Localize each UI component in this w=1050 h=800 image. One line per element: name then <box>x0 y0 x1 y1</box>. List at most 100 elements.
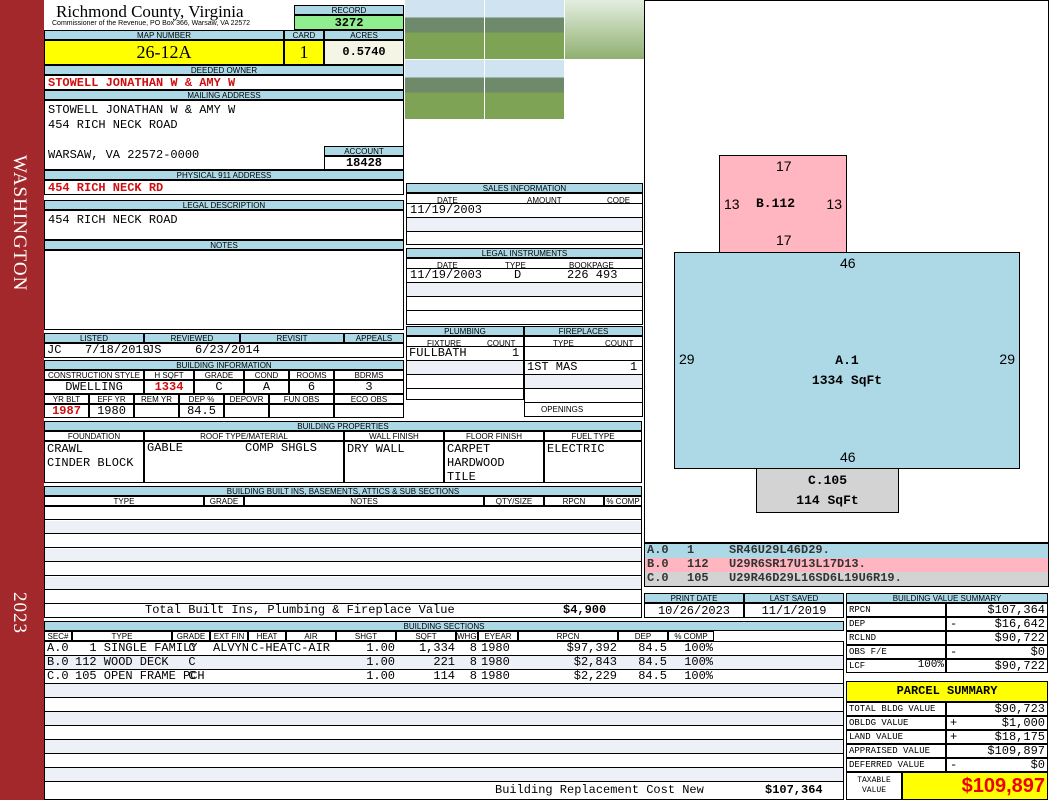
summary-amount: $0 <box>1030 645 1045 659</box>
instrument-date: 11/19/2003 <box>410 268 483 282</box>
table-row <box>45 684 843 698</box>
builtins-total: $4,900 <box>563 603 607 617</box>
col-header: FUEL TYPE <box>544 431 642 441</box>
cell: 221 <box>433 655 455 669</box>
summary-value: - $0 <box>946 758 1048 772</box>
col-header: NOTES <box>244 496 484 506</box>
sections-total-label: Building Replacement Cost New <box>495 783 704 797</box>
cell: $97,392 <box>566 641 617 655</box>
info-value <box>224 404 269 418</box>
col-header: COND <box>244 370 289 380</box>
mailing-label: MAILING ADDRESS <box>44 90 404 100</box>
summary-label: OBS F/E <box>846 645 946 659</box>
summary-percent: 100% <box>917 659 944 671</box>
summary-value: + $1,000 <box>946 716 1048 730</box>
info-value: C <box>194 380 244 394</box>
dim-label: 17 <box>776 232 792 248</box>
legal-description: 454 RICH NECK ROAD <box>44 210 404 240</box>
col-header: GRADE <box>204 496 244 506</box>
summary-amount: $109,897 <box>987 744 1045 758</box>
district-label: WASHINGTON <box>9 155 30 292</box>
account-value: 18428 <box>324 156 404 170</box>
col-header: FUN OBS <box>269 394 334 404</box>
property-photo[interactable] <box>485 0 564 59</box>
reviewed-by: JS <box>147 343 162 357</box>
legend-vector: U29R6SR17U13L17D13. <box>729 557 866 571</box>
sidebar: WASHINGTON 2023 <box>0 0 44 800</box>
map-number: 26-12A <box>44 40 284 65</box>
instruments-label: LEGAL INSTRUMENTS <box>406 248 643 258</box>
sketch-section-a[interactable]: 46 46 29 29 A.1 1334 SqFt <box>674 252 1020 469</box>
fixture-count: 1 <box>512 346 520 360</box>
sales-label: SALES INFORMATION <box>406 183 643 193</box>
label-line: TAXABLE <box>857 776 891 785</box>
print-date-label: PRINT DATE <box>644 593 744 603</box>
listing-row: JC 7/18/2019 JS 6/23/2014 <box>44 343 404 358</box>
col-header: DEP % <box>179 394 224 404</box>
cell: 105 OPEN FRAME PCH <box>75 669 205 683</box>
sketch-section-b[interactable]: 17 17 13 13 B.112 <box>719 155 847 253</box>
property-photo[interactable] <box>485 60 564 119</box>
subtitle: Commissioner of the Revenue, PO Box 366,… <box>52 20 251 27</box>
col-header: SHGT <box>336 631 396 641</box>
summary-label: OBLDG VALUE <box>846 716 946 730</box>
mailing-line: STOWELL JONATHAN W & AMY W <box>48 103 236 117</box>
table-row: B.0 112 WOOD DECK C 1.00 221 8 1980 $2,843 84.5 1… <box>45 656 843 670</box>
cell: $2,229 <box>573 669 617 683</box>
table-row <box>45 754 843 768</box>
property-photo[interactable] <box>405 60 484 119</box>
acres-label: ACRES <box>324 30 404 40</box>
summary-sign: - <box>950 645 958 659</box>
cell: ALVYN <box>213 641 250 655</box>
summary-sign: + <box>950 716 958 730</box>
cell: 1,334 <box>418 641 455 655</box>
info-value: 3 <box>334 380 404 394</box>
info-value <box>134 404 179 418</box>
summary-amount: $107,364 <box>987 603 1045 617</box>
plumbing-label: PLUMBING <box>406 326 524 336</box>
reviewed-label: REVIEWED <box>144 333 240 343</box>
cell: 112 WOOD DECK <box>75 655 169 669</box>
table-row <box>45 698 843 712</box>
legend-row: A.0 1 SR46U29L46D29. <box>645 544 1048 558</box>
foundation-values: CRAWL CINDER BLOCK <box>44 441 144 483</box>
col-header: CONSTRUCTION STYLE <box>44 370 144 380</box>
floor-finish: TILE <box>447 470 476 483</box>
legend-code: 1 <box>687 543 695 557</box>
listed-date: 7/18/2019 <box>85 343 150 357</box>
sketch-legend: A.0 1 SR46U29L46D29. B.0 112 U29R6SR17U13L17D… <box>644 543 1049 587</box>
info-value: 6 <box>289 380 334 394</box>
summary-value: $107,364 <box>946 603 1048 617</box>
cell: 8 <box>469 655 477 669</box>
label-line: VALUE <box>861 786 886 795</box>
cell: 84.5 <box>638 669 667 683</box>
property-photo[interactable] <box>405 0 484 59</box>
summary-label: RPCN <box>846 603 946 617</box>
col-header: GRADE <box>172 631 210 641</box>
property-photo[interactable] <box>565 0 644 59</box>
section-label: B.112 <box>756 196 796 211</box>
sketch-section-c[interactable]: C.105 114 SqFt <box>756 468 899 513</box>
col-header: DEPOVR <box>224 394 269 404</box>
summary-label: APPRAISED VALUE <box>846 744 946 758</box>
fireplaces-label: FIREPLACES <box>524 326 643 336</box>
summary-amount: $16,642 <box>994 617 1045 631</box>
notes-box[interactable] <box>44 250 404 330</box>
info-value: DWELLING <box>44 380 144 394</box>
card-label: CARD <box>284 30 324 40</box>
builtins-header: TYPE GRADE NOTES QTY/SIZE RPCN% COMP <box>44 496 642 506</box>
building-props-label: BUILDING PROPERTIES <box>44 421 642 431</box>
notes-label: NOTES <box>44 240 404 250</box>
col-header: WALL FINISH <box>344 431 444 441</box>
cell: 8 <box>469 641 477 655</box>
summary-value: - $0 <box>946 645 1048 659</box>
col-header: YR BLT <box>44 394 89 404</box>
col-header: BDRMS <box>334 370 404 380</box>
cell: 1980 <box>481 669 510 683</box>
listed-by: JC <box>47 343 62 357</box>
dim-label: 46 <box>840 449 856 465</box>
record-label: RECORD <box>294 5 404 15</box>
cell: C <box>188 655 196 669</box>
info-value <box>269 404 334 418</box>
col-header: H SQFT <box>144 370 194 380</box>
